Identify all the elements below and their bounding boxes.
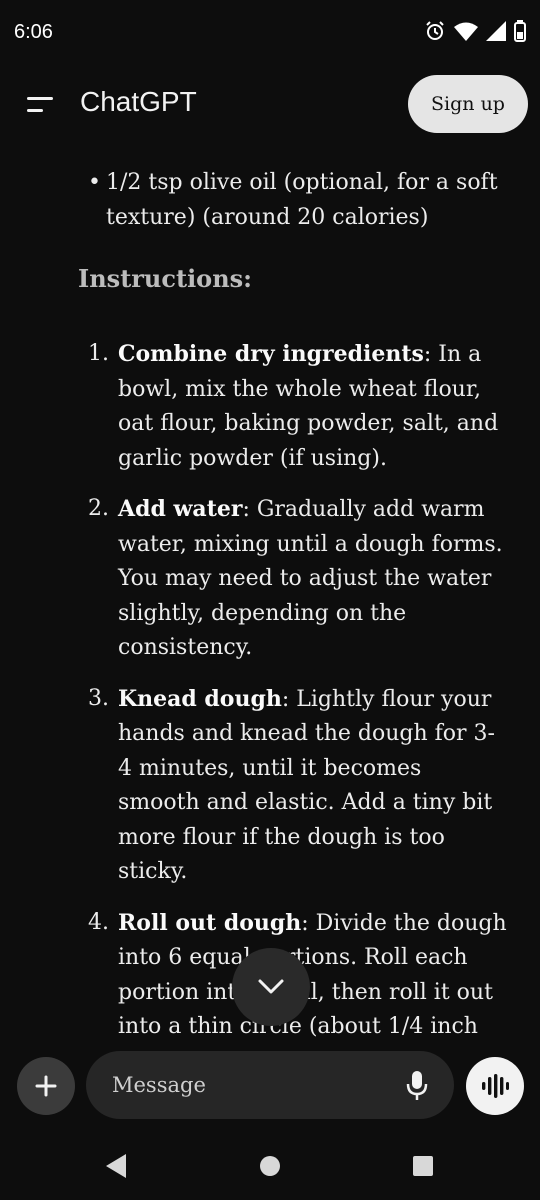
chevron-down-icon [258,979,284,994]
home-icon[interactable] [259,1155,281,1177]
audio-waveform-icon [482,1074,509,1098]
status-icons [424,20,526,42]
step-number: 2. [88,496,109,521]
scroll-down-button[interactable] [232,948,310,1026]
step-title: Add water [118,496,243,522]
add-attachment-button[interactable] [17,1057,75,1115]
alarm-icon [426,21,444,40]
chat-content: • 1/2 tsp olive oil (optional, for a sof… [0,160,540,1050]
step-title: Combine dry ingredients [118,341,424,367]
message-input[interactable] [110,1067,384,1103]
step-text: : Lightly flour your hands and knead the… [118,686,495,885]
plus-icon [35,1075,57,1097]
back-icon[interactable] [104,1153,128,1179]
bullet-marker: • [88,170,101,195]
status-time: 6:06 [14,21,53,43]
instruction-list: 1. Combine dry ingredients: In a bowl, m… [0,337,540,1050]
sign-up-button[interactable]: Sign up [408,75,528,133]
step-number: 4. [88,909,109,935]
step-title: Knead dough [118,685,282,712]
step-number: 3. [88,685,109,711]
voice-mode-button[interactable] [466,1057,524,1115]
recents-icon[interactable] [413,1156,433,1176]
status-bar: 6:06 [0,0,540,66]
step-title: Roll out dough [118,909,302,936]
app-title: ChatGPT [80,86,197,117]
system-nav-bar [0,1135,540,1200]
instructions-heading: Instructions: [78,264,253,293]
wifi-icon [454,22,478,41]
app-header: ChatGPT Sign up [0,66,540,146]
battery-icon [514,20,526,42]
bullet-item: 1/2 tsp olive oil (optional, for a soft … [106,170,498,230]
instruction-step: 1. Combine dry ingredients: In a bowl, m… [0,337,508,476]
composer [0,1045,540,1135]
menu-icon[interactable] [27,94,55,116]
step-number: 1. [88,341,109,366]
instruction-step: 3. Knead dough: Lightly flour your hands… [0,682,508,890]
instruction-step: 2. Add water: Gradually add warm water, … [0,492,508,666]
message-field[interactable] [86,1051,454,1119]
signal-icon [486,21,506,41]
microphone-icon[interactable] [406,1071,428,1101]
